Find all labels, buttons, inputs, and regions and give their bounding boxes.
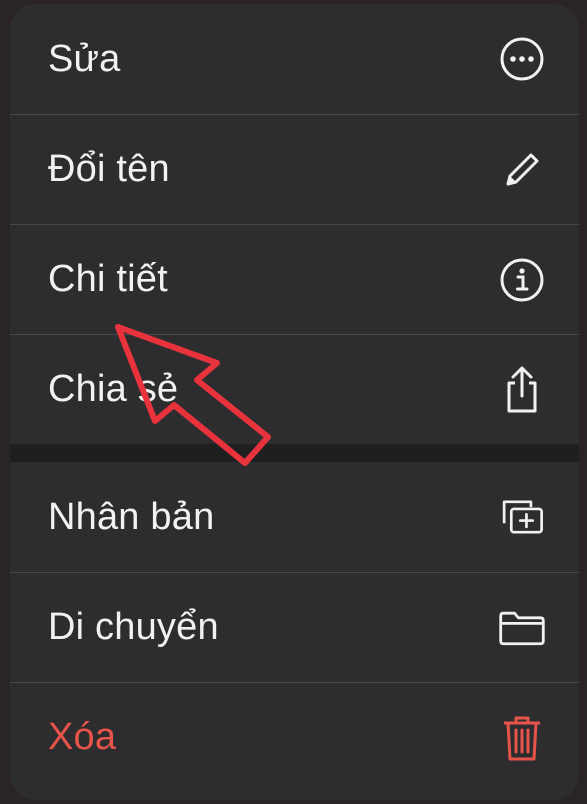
- menu-group-secondary: Nhân bản Di chuyển Xóa: [10, 462, 579, 792]
- menu-item-label: Đổi tên: [48, 148, 170, 190]
- menu-item-delete[interactable]: Xóa: [10, 682, 579, 792]
- menu-item-move[interactable]: Di chuyển: [10, 572, 579, 682]
- duplicate-icon: [497, 492, 547, 542]
- menu-item-details[interactable]: Chi tiết: [10, 224, 579, 334]
- menu-item-edit[interactable]: Sửa: [10, 4, 579, 114]
- menu-item-label: Xóa: [48, 716, 117, 758]
- menu-group-separator: [10, 444, 579, 462]
- menu-group-primary: Sửa Đổi tên Chi tiết Chia sẻ: [10, 4, 579, 444]
- context-menu: Sửa Đổi tên Chi tiết Chia sẻ Nhân bản Di…: [10, 4, 579, 800]
- menu-item-label: Chi tiết: [48, 258, 168, 300]
- pencil-icon: [497, 145, 547, 195]
- ellipsis-circle-icon: [497, 34, 547, 84]
- trash-icon: [497, 713, 547, 763]
- info-circle-icon: [497, 255, 547, 305]
- menu-item-label: Nhân bản: [48, 495, 215, 538]
- menu-item-share[interactable]: Chia sẻ: [10, 334, 579, 444]
- menu-item-label: Chia sẻ: [48, 368, 179, 410]
- menu-item-rename[interactable]: Đổi tên: [10, 114, 579, 224]
- share-icon: [497, 365, 547, 415]
- folder-icon: [497, 603, 547, 653]
- menu-item-duplicate[interactable]: Nhân bản: [10, 462, 579, 572]
- menu-item-label: Sửa: [48, 37, 121, 80]
- menu-item-label: Di chuyển: [48, 606, 219, 648]
